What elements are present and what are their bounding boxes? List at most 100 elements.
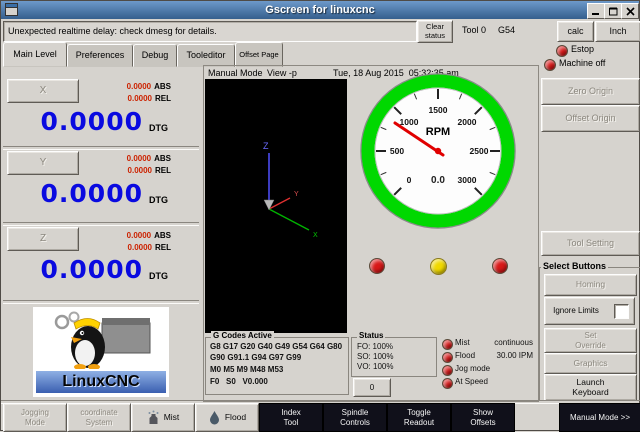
- abs-label: ABS: [154, 154, 171, 163]
- jog-mode-label: Jog mode: [455, 364, 490, 373]
- set-override-button[interactable]: Set Override: [544, 328, 637, 353]
- at-speed-led: [442, 378, 453, 389]
- z-dtg-value: 0.0000: [3, 255, 143, 284]
- window-title: Gscreen for linuxcnc: [1, 1, 639, 19]
- view-label: View -p: [267, 68, 297, 78]
- status-led-center: [430, 258, 447, 275]
- gcodes-line: G90 G91.1 G94 G97 G99: [210, 353, 301, 362]
- units-button[interactable]: Inch: [595, 21, 640, 42]
- tab-main-level[interactable]: Main Level: [3, 42, 67, 67]
- tab-tooleditor[interactable]: Tooleditor: [177, 44, 235, 67]
- svg-text:2000: 2000: [458, 117, 477, 127]
- separator: [3, 146, 199, 150]
- ignore-limits-label: Ignore Limits: [550, 306, 602, 315]
- svg-text:2500: 2500: [470, 146, 489, 156]
- velocity-override-label: VO: 100%: [357, 362, 393, 371]
- clear-status-button[interactable]: Clear status: [417, 20, 453, 43]
- override-spinbutton[interactable]: 0: [353, 378, 391, 397]
- svg-text:Y: Y: [294, 191, 299, 198]
- maximize-button[interactable]: [604, 3, 622, 19]
- mode-label: Manual Mode: [208, 68, 263, 78]
- machine-off-label: Machine off: [559, 58, 605, 68]
- statusbar-message-box: Unexpected realtime delay: check dmesg f…: [3, 21, 417, 42]
- coordinate-system-button[interactable]: coordinate System: [67, 403, 131, 432]
- mist-button[interactable]: Mist: [131, 403, 195, 432]
- toggle-readout-button[interactable]: Toggle Readout: [387, 403, 451, 432]
- gauge-title: RPM: [426, 126, 450, 138]
- minimize-button[interactable]: [587, 3, 605, 19]
- rel-label: REL: [155, 94, 171, 103]
- status-message: Unexpected realtime delay: check dmesg f…: [8, 26, 217, 36]
- y-rel-value: 0.0000: [128, 166, 152, 175]
- svg-text:500: 500: [390, 146, 404, 156]
- tab-debug[interactable]: Debug: [133, 44, 177, 67]
- gremlin-view[interactable]: Z Y X: [205, 79, 347, 333]
- logo-text-band: LinuxCNC: [36, 371, 166, 393]
- calc-button[interactable]: calc: [557, 21, 594, 42]
- show-offsets-button[interactable]: Show Offsets: [451, 403, 515, 432]
- spindle-override-label: SO: 100%: [357, 352, 393, 361]
- homing-button[interactable]: Homing: [544, 274, 637, 296]
- tab-offset-page[interactable]: Offset Page: [235, 42, 283, 67]
- index-tool-label: Index Tool: [275, 408, 307, 426]
- select-buttons-label: Select Buttons: [541, 261, 608, 271]
- rpm-gauge: 0 500 1000 1500 2000 2500 3000 RPM 0.0: [358, 71, 518, 231]
- coordinate-system-label: coordinate System: [74, 408, 124, 426]
- zero-origin-button[interactable]: Zero Origin: [541, 78, 640, 105]
- minimize-icon: [592, 7, 600, 15]
- linuxcnc-penguin-icon: [36, 309, 166, 369]
- separator: [3, 222, 199, 226]
- flood-button-label: Flood: [225, 413, 246, 423]
- flood-state-value: 30.00 IPM: [441, 351, 533, 360]
- launch-keyboard-label: Launch Keyboard: [568, 378, 614, 398]
- set-override-label: Set Override: [570, 331, 612, 349]
- maximize-icon: [609, 7, 618, 16]
- x-dtg-value: 0.0000: [3, 107, 143, 136]
- tool-setting-button[interactable]: Tool Setting: [541, 231, 640, 256]
- close-button[interactable]: [621, 3, 639, 19]
- jogging-mode-button[interactable]: Jogging Mode: [3, 403, 67, 432]
- dtg-label: DTG: [149, 123, 168, 133]
- index-tool-button[interactable]: Index Tool: [259, 403, 323, 432]
- spindle-controls-label: Spindle Controls: [334, 408, 376, 426]
- close-icon: [626, 7, 635, 16]
- jogging-mode-label: Jogging Mode: [16, 408, 54, 426]
- axes-indicator-icon: Z Y X: [205, 79, 347, 333]
- gcodes-title: G Codes Active: [211, 331, 274, 340]
- status-led-left: [369, 258, 385, 274]
- mist-state-value: continuous: [441, 338, 533, 347]
- rel-label: REL: [155, 166, 171, 175]
- gcodes-line: G8 G17 G20 G40 G49 G54 G64 G80: [210, 342, 342, 351]
- graphics-button[interactable]: Graphics: [544, 353, 637, 374]
- x-abs-value: 0.0000: [127, 82, 151, 91]
- rel-label: REL: [155, 243, 171, 252]
- spindle-controls-button[interactable]: Spindle Controls: [323, 403, 387, 432]
- jog-mode-led: [442, 365, 453, 376]
- machine-off-led: [544, 59, 556, 71]
- x-rel-value: 0.0000: [128, 94, 152, 103]
- z-abs-value: 0.0000: [127, 231, 151, 240]
- svg-text:3000: 3000: [458, 175, 477, 185]
- flood-button[interactable]: Flood: [195, 403, 259, 432]
- svg-text:1000: 1000: [400, 117, 419, 127]
- abs-label: ABS: [154, 82, 171, 91]
- flood-icon: [208, 410, 221, 425]
- offset-origin-button[interactable]: Offset Origin: [541, 105, 640, 132]
- titlebar[interactable]: Gscreen for linuxcnc: [1, 1, 639, 19]
- ignore-limits-checkbox[interactable]: [614, 304, 629, 319]
- tab-preferences[interactable]: Preferences: [67, 44, 133, 67]
- launch-keyboard-button[interactable]: Launch Keyboard: [544, 374, 637, 401]
- ignore-limits-button[interactable]: Ignore Limits: [544, 297, 635, 325]
- logo-text: LinuxCNC: [62, 373, 139, 391]
- manual-mode-button[interactable]: Manual Mode >>: [559, 403, 640, 432]
- svg-text:0: 0: [407, 175, 412, 185]
- status-title: Status: [357, 331, 385, 340]
- feed-override-label: FO: 100%: [357, 342, 393, 351]
- svg-text:1500: 1500: [429, 105, 448, 115]
- y-dtg-value: 0.0000: [3, 179, 143, 208]
- dtg-label: DTG: [149, 195, 168, 205]
- z-rel-value: 0.0000: [128, 243, 152, 252]
- show-offsets-label: Show Offsets: [464, 408, 502, 426]
- gauge-value: 0.0: [431, 175, 445, 186]
- estop-label: Estop: [571, 44, 594, 54]
